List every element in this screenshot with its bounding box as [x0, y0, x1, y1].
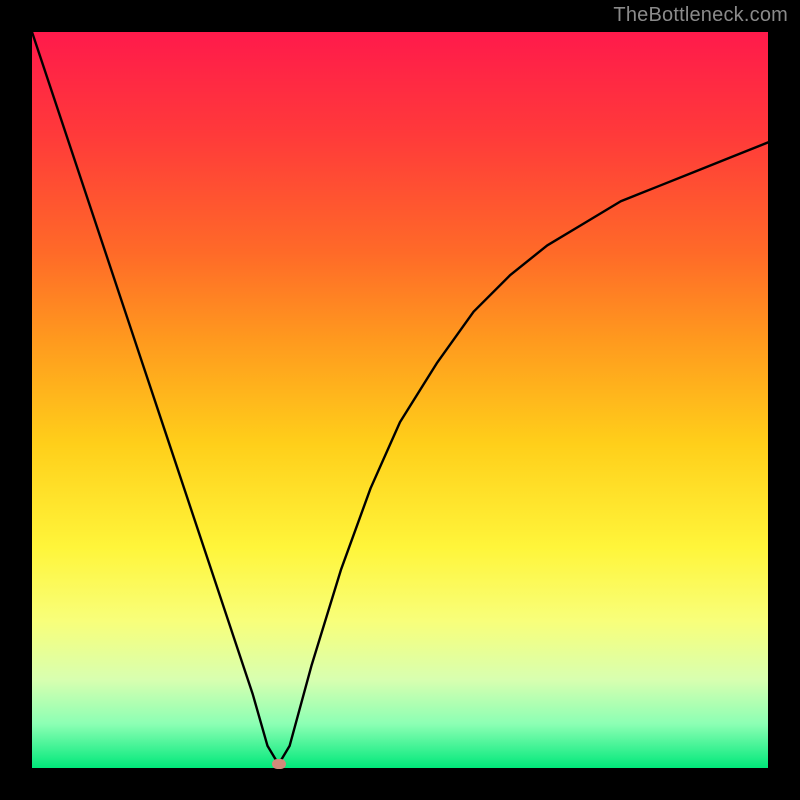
bottleneck-marker — [272, 759, 286, 769]
watermark-text: TheBottleneck.com — [613, 4, 788, 27]
plot-area — [32, 32, 768, 768]
bottleneck-curve — [32, 32, 768, 768]
chart-frame: TheBottleneck.com — [0, 0, 800, 800]
curve-line — [32, 32, 768, 764]
